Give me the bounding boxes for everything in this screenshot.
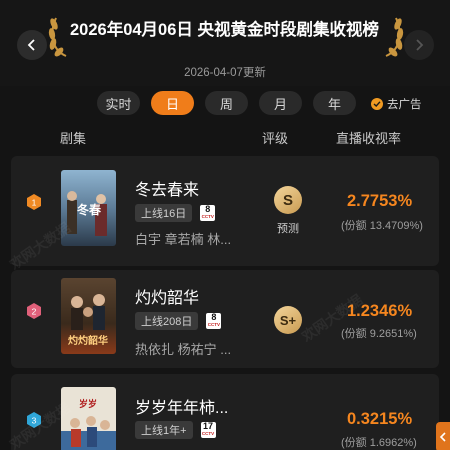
svg-text:冬春: 冬春 (77, 202, 102, 217)
rank-badge: 2 (27, 303, 41, 319)
column-header-live-rating[interactable]: 直播收视率 (336, 128, 401, 147)
live-rating-value: 0.3215% (347, 410, 413, 428)
period-tabs: 实时 日 周 月 年 (97, 91, 356, 117)
cctv-channel-logo: 8 CCTV (206, 312, 222, 329)
series-name[interactable]: 灼灼韶华 (135, 284, 199, 308)
remove-ads-label: 去广告 (387, 99, 422, 111)
tab-year[interactable]: 年 (313, 91, 356, 115)
online-days-badge: 上线16日 (135, 204, 193, 222)
side-expand-button[interactable] (436, 422, 450, 450)
list-item[interactable]: 2 灼灼韶华 灼灼韶华 上线208日 8 CCTV 热依扎 杨祐宁 ... S+… (11, 270, 439, 368)
tab-month[interactable]: 月 (259, 91, 302, 115)
tab-realtime[interactable]: 实时 (97, 91, 140, 115)
column-header-rating: 评级 (262, 131, 289, 146)
watermark: 欢网大数据 (6, 219, 74, 273)
chevron-right-icon (416, 39, 424, 51)
column-header-series: 剧集 (60, 131, 87, 146)
series-name[interactable]: 冬去春来 (135, 176, 199, 200)
tab-day[interactable]: 日 (151, 91, 194, 115)
rank-number: 2 (32, 307, 37, 317)
cctv-channel-logo: 8 CCTV (200, 204, 216, 221)
next-date-button[interactable] (404, 30, 434, 60)
series-name[interactable]: 岁岁年年柿... (135, 394, 228, 418)
poster-image[interactable]: 岁岁 (61, 387, 116, 450)
cast-list: 白宇 章若楠 林... (135, 232, 232, 247)
market-share: (份额 1.6962%) (341, 437, 417, 449)
header: 2026年04月06日 央视黄金时段剧集收视榜 2026-04-07更新 (0, 0, 450, 86)
prev-date-button[interactable] (17, 30, 47, 60)
online-days-badge: 上线208日 (135, 312, 199, 330)
rank-number: 1 (32, 198, 37, 208)
page-title: 2026年04月06日 央视黄金时段剧集收视榜 (70, 21, 379, 39)
svg-text:岁岁: 岁岁 (79, 398, 97, 410)
tab-week[interactable]: 周 (205, 91, 248, 115)
grade-note: 预测 (277, 223, 299, 235)
list-item[interactable]: 3 岁岁 岁岁年年柿... 上线1年+ 17 CCTV 0.3215% (份额 … (7, 374, 439, 450)
list-item[interactable]: 1 冬春 冬去春来 上线16日 8 CCTV 白宇 章若楠 林... S 预测 … (7, 156, 439, 273)
rank-badge: 1 (27, 194, 41, 210)
market-share: (份额 13.4709%) (341, 220, 423, 232)
svg-text:灼灼韶华: 灼灼韶华 (68, 334, 108, 347)
grade-badge: S (274, 186, 302, 214)
market-share: (份额 9.2651%) (341, 328, 417, 340)
online-days-badge: 上线1年+ (135, 421, 193, 439)
update-time: 2026-04-07更新 (184, 67, 266, 79)
cctv-channel-logo: 17 CCTV (200, 421, 216, 438)
remove-ads-toggle[interactable]: 去广告 (371, 96, 422, 112)
laurel-left-icon (48, 17, 67, 57)
cast-list: 热依扎 杨祐宁 ... (135, 342, 232, 357)
laurel-right-icon (385, 17, 404, 57)
check-icon (371, 98, 383, 110)
poster-image[interactable]: 灼灼韶华 (61, 278, 116, 354)
live-rating-value: 2.7753% (347, 192, 413, 210)
chevron-left-icon (27, 39, 35, 51)
chevron-left-icon (439, 432, 446, 442)
